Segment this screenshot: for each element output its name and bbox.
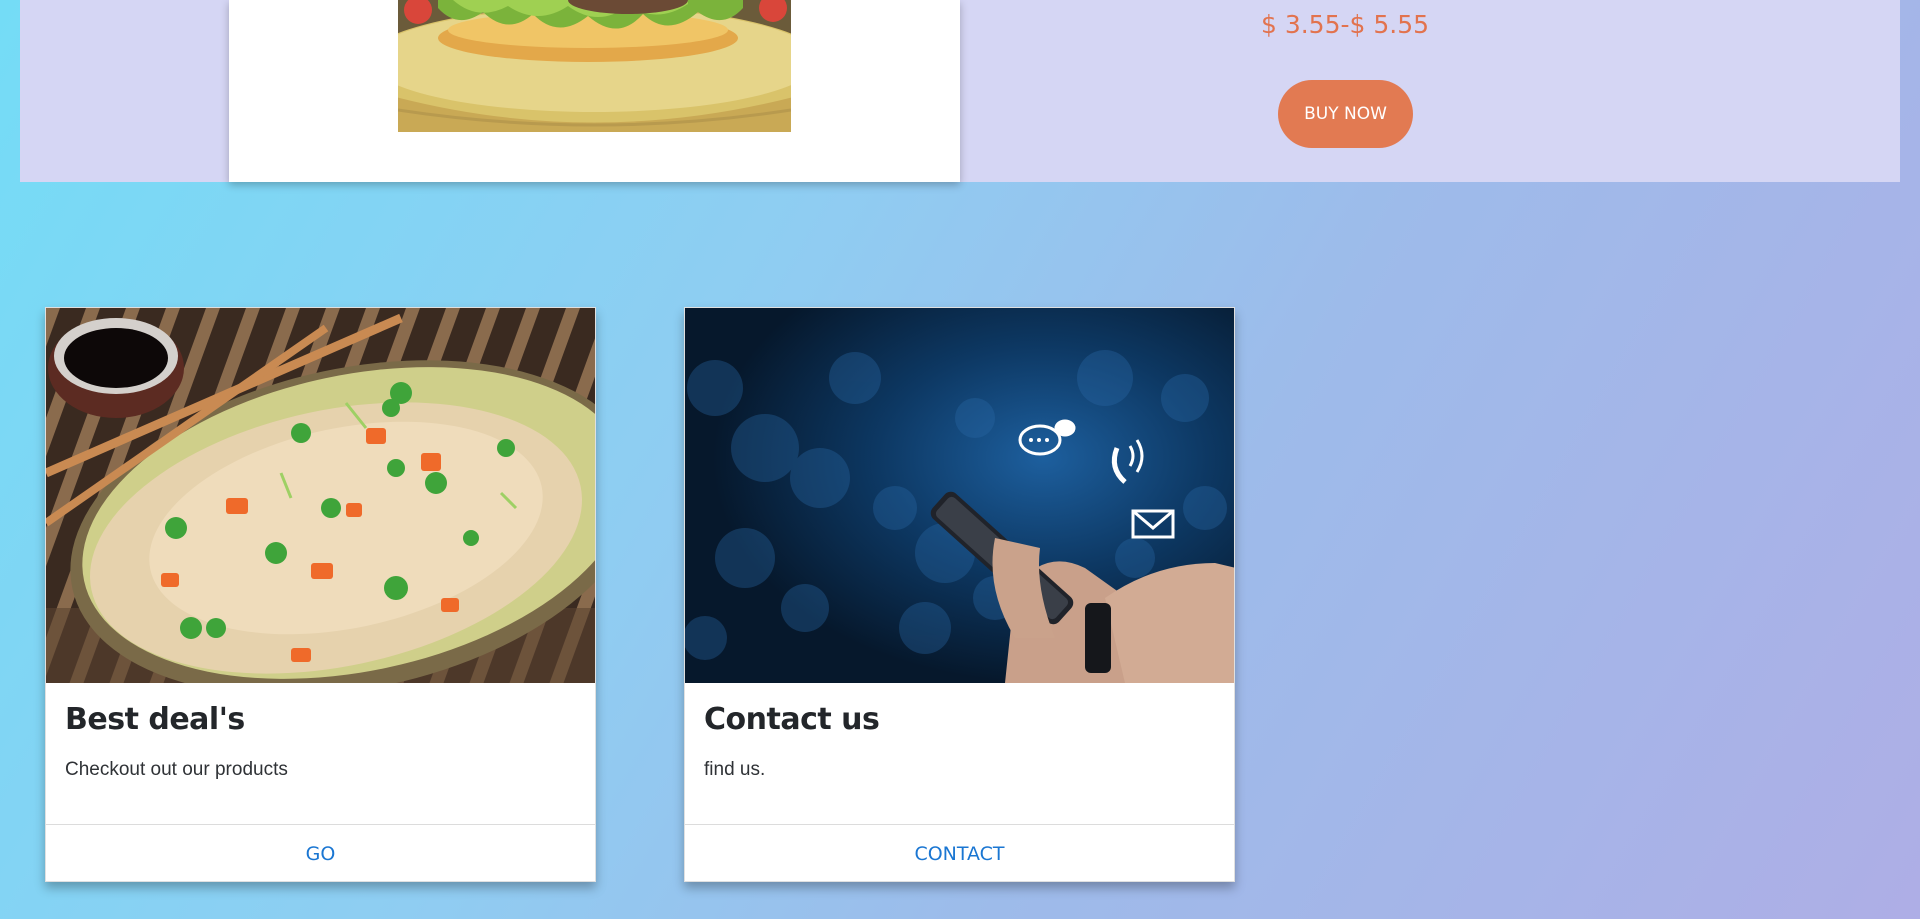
- card-title: Contact us: [704, 702, 880, 737]
- buy-now-button[interactable]: BUY NOW: [1278, 80, 1413, 148]
- burger-image: [398, 0, 791, 132]
- go-link[interactable]: GO: [306, 843, 336, 865]
- card-footer: CONTACT: [685, 824, 1234, 881]
- card-text: Checkout out our products: [65, 759, 288, 780]
- card-title: Best deal's: [65, 702, 245, 737]
- contact-us-card: Contact us find us. CONTACT: [684, 307, 1235, 882]
- card-footer: GO: [46, 824, 595, 881]
- contact-link[interactable]: CONTACT: [914, 843, 1004, 865]
- card-text: find us.: [704, 759, 766, 780]
- phone-contact-image: [685, 308, 1234, 683]
- product-price: $ 3.55-$ 5.55: [1260, 10, 1430, 39]
- product-card: [229, 0, 960, 182]
- best-deals-card: Best deal's Checkout out our products GO: [45, 307, 596, 882]
- product-strip: $ 3.55-$ 5.55 BUY NOW: [20, 0, 1900, 182]
- fried-rice-image: [46, 308, 595, 683]
